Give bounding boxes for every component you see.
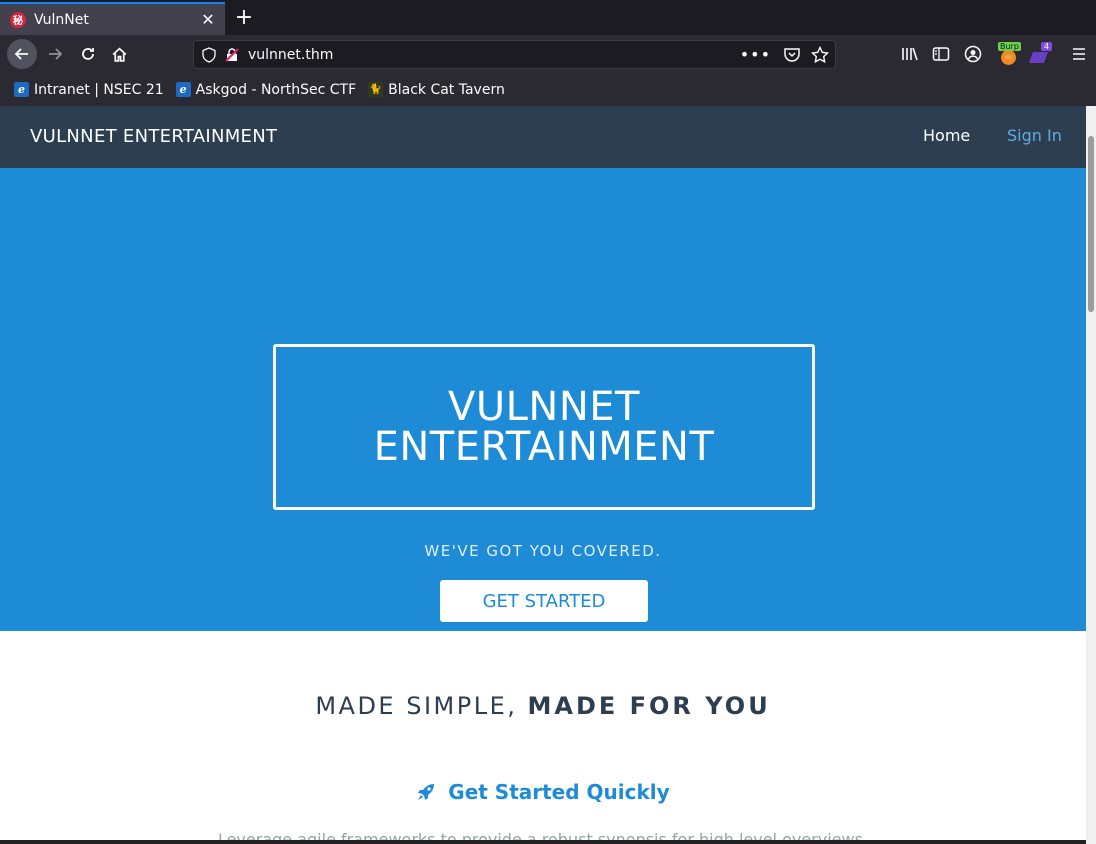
bookmark-label: Intranet | NSEC 21 xyxy=(34,81,164,98)
home-icon xyxy=(112,47,126,62)
bookmark-star-icon[interactable] xyxy=(811,45,829,64)
burp-badge: Burp xyxy=(998,42,1021,51)
bookmark-label: Black Cat Tavern xyxy=(388,81,505,98)
page-actions-icon[interactable]: ••• xyxy=(740,45,771,64)
sidebar-icon[interactable] xyxy=(930,43,952,65)
tab-title: VulnNet xyxy=(34,11,89,28)
site-favicon-icon: 秘 xyxy=(10,11,26,28)
url-text: vulnnet.thm xyxy=(248,46,334,63)
hero-title-box: VULNNET ENTERTAINMENT xyxy=(273,344,815,510)
extension-icon[interactable]: 4 xyxy=(1028,42,1054,65)
bookmark-intranet[interactable]: e Intranet | NSEC 21 xyxy=(14,82,164,98)
bookmark-label: Askgod - NorthSec CTF xyxy=(195,81,357,98)
site-navbar: VULNNET ENTERTAINMENT Home Sign In xyxy=(0,106,1086,168)
arrow-right-icon xyxy=(49,48,63,60)
hero-title: VULNNET ENTERTAINMENT xyxy=(373,384,715,470)
page-scrollbar[interactable] xyxy=(1086,106,1096,844)
scrollbar-thumb[interactable] xyxy=(1088,136,1094,312)
rocket-icon xyxy=(416,782,436,802)
ie-icon: e xyxy=(14,82,29,97)
tab-vulnnet[interactable]: 秘 VulnNet ✕ xyxy=(0,2,225,35)
back-button[interactable] xyxy=(7,39,37,69)
tab-bar: 秘 VulnNet ✕ + xyxy=(0,0,1096,35)
section-title-bold: MADE FOR YOU xyxy=(527,692,771,720)
hero-section: VULNNET ENTERTAINMENT WE'VE GOT YOU COVE… xyxy=(0,168,1086,631)
extension-count-badge: 4 xyxy=(1041,42,1053,51)
insecure-lock-icon[interactable] xyxy=(224,47,240,63)
burp-extension-icon[interactable]: Burp xyxy=(994,42,1022,65)
feature-heading: Get Started Quickly xyxy=(0,780,1086,804)
cat-icon: 🐈 xyxy=(368,82,384,97)
arrow-left-icon xyxy=(14,48,28,60)
reload-icon xyxy=(82,48,94,60)
library-icon[interactable] xyxy=(899,43,921,65)
navigation-toolbar: vulnnet.thm ••• Burp 4 xyxy=(0,35,1096,73)
bookmark-askgod[interactable]: e Askgod - NorthSec CTF xyxy=(175,81,357,98)
shield-icon[interactable] xyxy=(202,46,216,63)
bookmark-black-cat-tavern[interactable]: 🐈 Black Cat Tavern xyxy=(368,82,505,98)
nav-signin-link[interactable]: Sign In xyxy=(1007,126,1062,145)
section-title-light: MADE SIMPLE, xyxy=(315,692,528,720)
hero-subtitle: WE'VE GOT YOU COVERED. xyxy=(424,542,662,560)
feature-title: Get Started Quickly xyxy=(448,780,670,804)
bookmarks-toolbar: e Intranet | NSEC 21 e Askgod - NorthSec… xyxy=(0,73,1096,106)
section-title: MADE SIMPLE, MADE FOR YOU xyxy=(0,692,1086,720)
url-bar[interactable]: vulnnet.thm ••• xyxy=(193,40,836,69)
site-brand[interactable]: VULNNET ENTERTAINMENT xyxy=(30,126,277,147)
home-button[interactable] xyxy=(104,39,134,69)
nav-home-link[interactable]: Home xyxy=(923,126,970,145)
new-tab-button[interactable]: + xyxy=(231,4,257,30)
get-started-button[interactable]: GET STARTED xyxy=(440,580,648,622)
reload-button[interactable] xyxy=(73,39,103,69)
pocket-icon[interactable] xyxy=(783,47,801,63)
account-icon[interactable] xyxy=(962,43,984,65)
page-viewport: VULNNET ENTERTAINMENT Home Sign In VULNN… xyxy=(0,106,1096,844)
menu-icon[interactable] xyxy=(1068,43,1090,65)
window-bottom-edge xyxy=(0,840,1086,844)
close-tab-icon[interactable]: ✕ xyxy=(199,10,217,29)
forward-button[interactable] xyxy=(40,39,70,69)
ie-icon: e xyxy=(175,82,191,97)
